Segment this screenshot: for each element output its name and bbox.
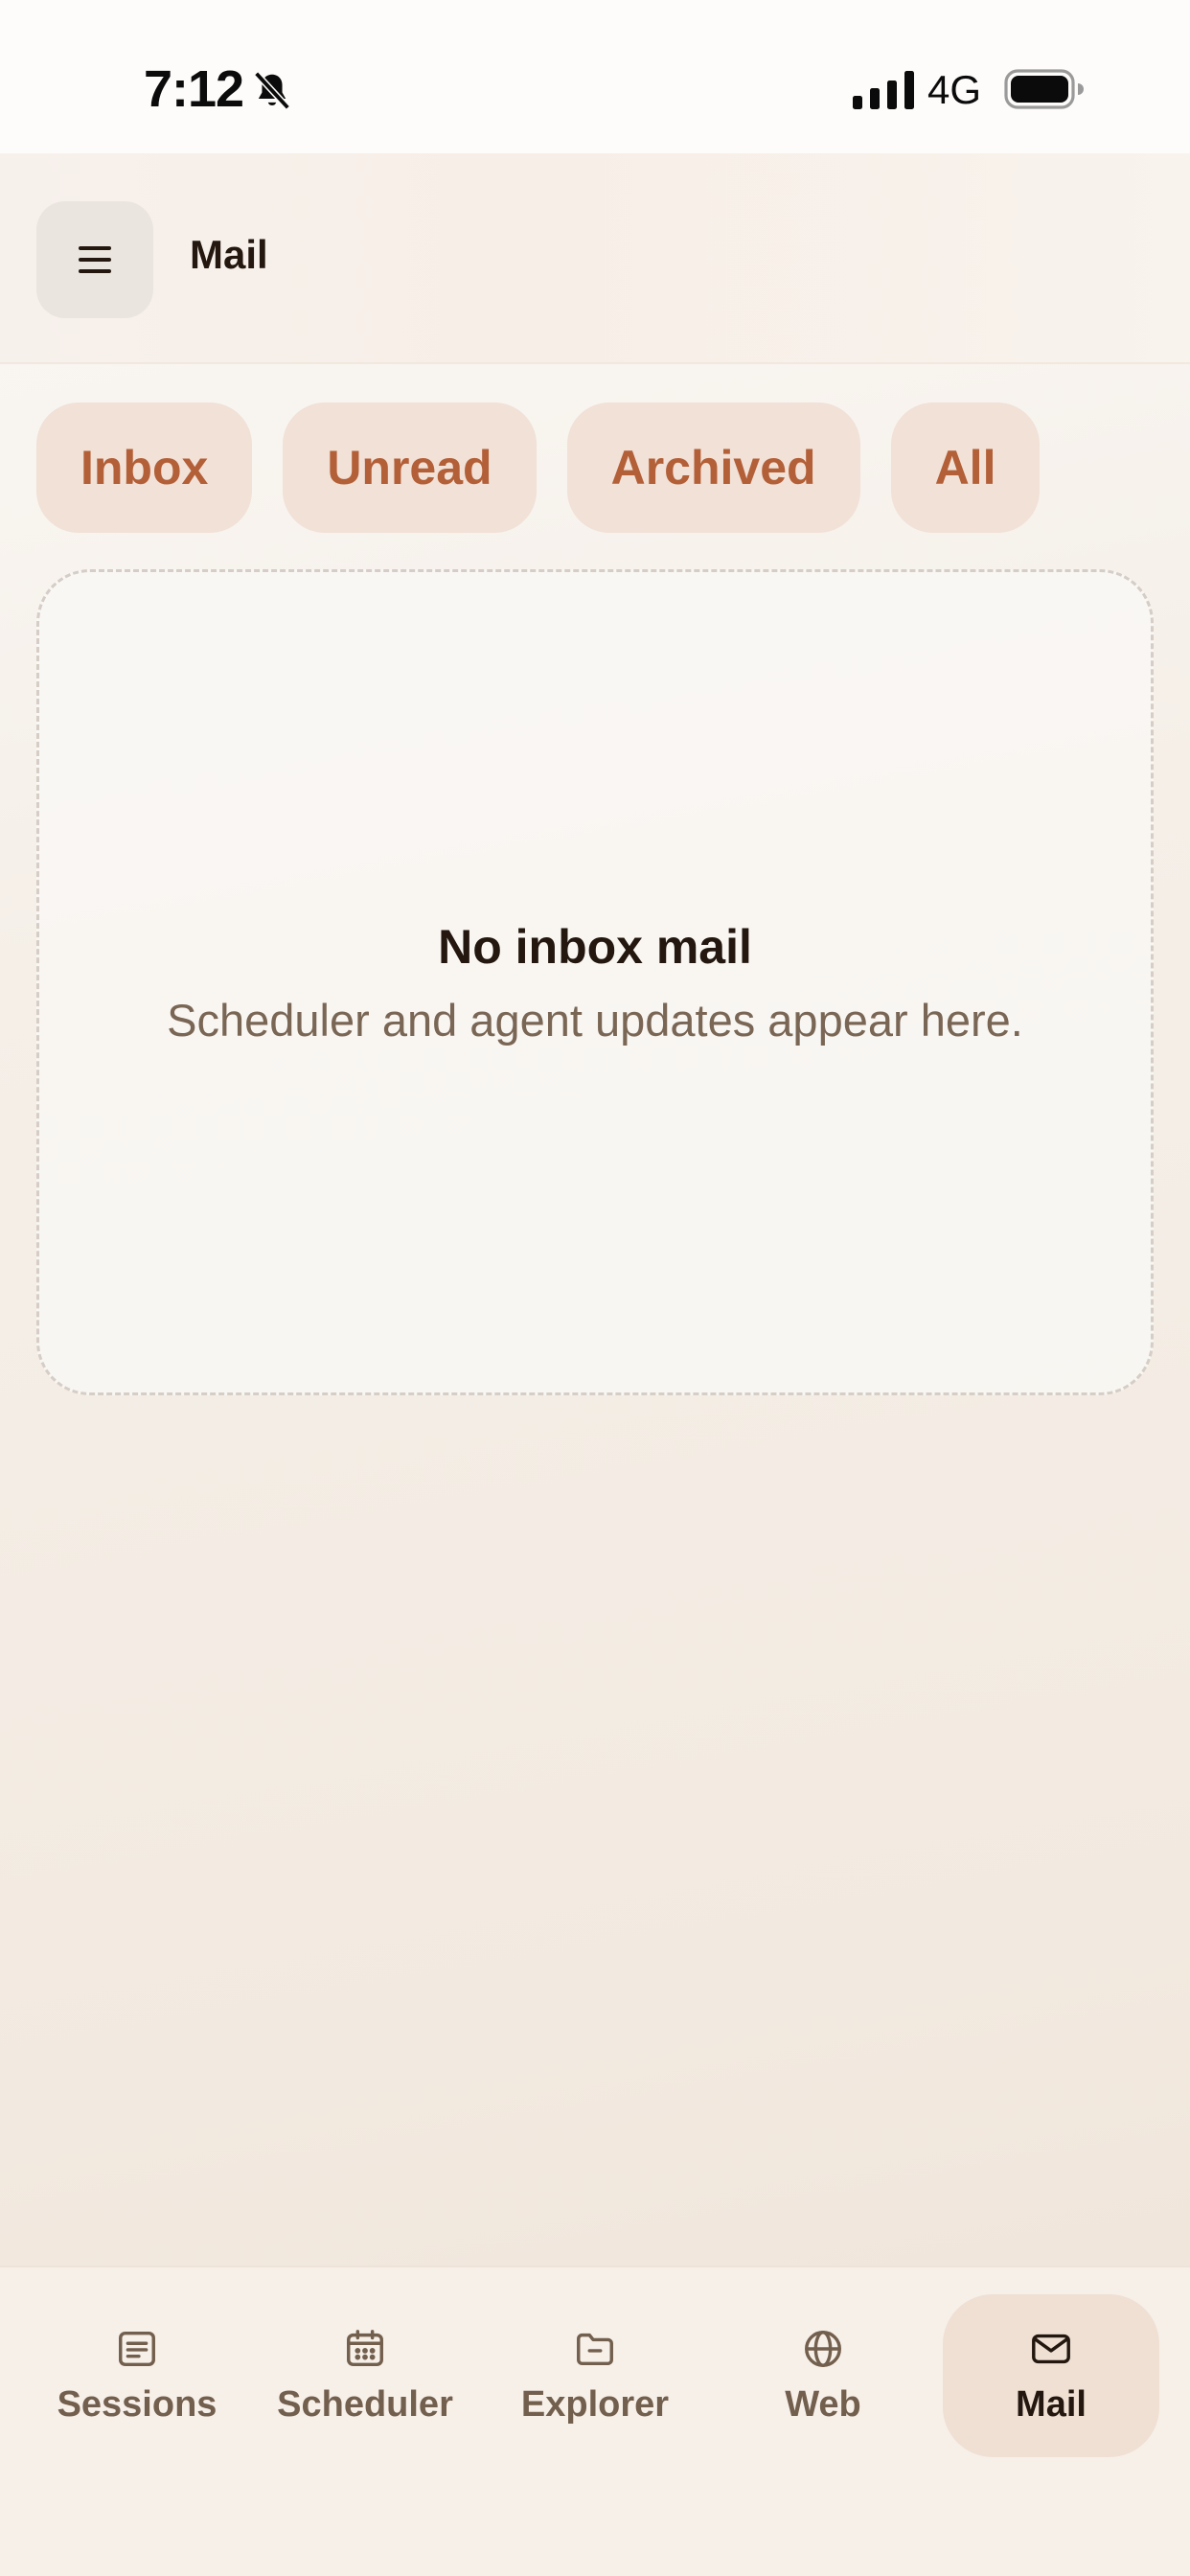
list-icon bbox=[119, 2331, 155, 2366]
bottom-nav: Sessions Scheduler Explorer Web Mail bbox=[0, 2266, 1190, 2576]
nav-item-web[interactable]: Web bbox=[715, 2294, 931, 2457]
signal-icon bbox=[853, 71, 914, 109]
mail-filter-tabs: Inbox Unread Archived All bbox=[36, 402, 1041, 533]
network-label: 4G bbox=[927, 67, 982, 112]
nav-label-scheduler: Scheduler bbox=[277, 2383, 453, 2425]
mail-icon bbox=[1032, 2334, 1070, 2363]
nav-item-explorer[interactable]: Explorer bbox=[487, 2294, 703, 2457]
menu-button[interactable] bbox=[36, 201, 153, 318]
empty-state-title: No inbox mail bbox=[438, 920, 752, 974]
nav-label-mail: Mail bbox=[1016, 2383, 1087, 2425]
nav-label-web: Web bbox=[785, 2383, 861, 2425]
status-time: 7:12 bbox=[144, 60, 244, 118]
nav-item-mail[interactable]: Mail bbox=[943, 2294, 1159, 2457]
tab-inbox[interactable]: Inbox bbox=[36, 402, 253, 533]
folder-icon bbox=[577, 2333, 613, 2365]
nav-label-explorer: Explorer bbox=[520, 2383, 670, 2425]
tab-unread[interactable]: Unread bbox=[283, 402, 537, 533]
calendar-icon bbox=[347, 2329, 383, 2366]
nav-item-scheduler[interactable]: Scheduler bbox=[257, 2294, 473, 2457]
app-header: Mail bbox=[0, 153, 1190, 364]
status-bar: 7:12 4G bbox=[0, 0, 1190, 153]
page-title: Mail bbox=[190, 232, 268, 277]
tab-archived[interactable]: Archived bbox=[566, 402, 860, 533]
battery-icon bbox=[1004, 69, 1084, 109]
empty-state-card: No inbox mail Scheduler and agent update… bbox=[36, 569, 1154, 1395]
nav-item-sessions[interactable]: Sessions bbox=[29, 2294, 245, 2457]
empty-state-subtitle: Scheduler and agent updates appear here. bbox=[167, 995, 1023, 1046]
tab-all[interactable]: All bbox=[890, 402, 1041, 533]
hamburger-icon bbox=[79, 246, 111, 273]
nav-label-sessions: Sessions bbox=[57, 2383, 217, 2425]
bell-slash-icon bbox=[254, 71, 290, 110]
globe-icon bbox=[805, 2330, 841, 2367]
